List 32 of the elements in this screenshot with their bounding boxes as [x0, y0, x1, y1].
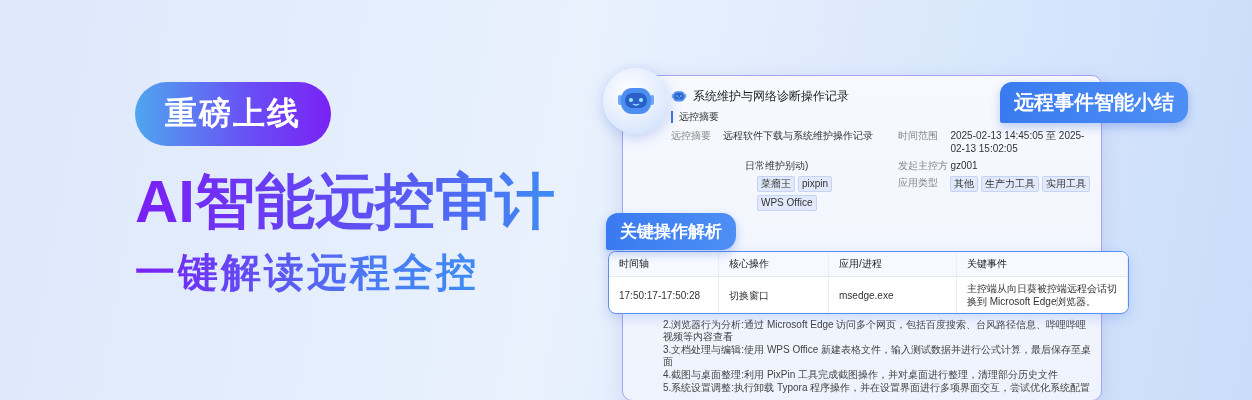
- step-text: 4.截图与桌面整理:利用 PixPin 工具完成截图操作，并对桌面进行整理，清理部分历史文件: [663, 369, 1060, 381]
- column-header: 时间轴: [609, 252, 719, 277]
- app-tag: WPS Office: [757, 195, 817, 211]
- app-tag: 其他: [950, 176, 979, 192]
- column-header: 关键事件: [957, 252, 1128, 277]
- step-text: 3.文档处理与编辑:使用 WPS Office 新建表格文件，输入测试数据并进行公式计算，最后保存至桌面: [663, 344, 1093, 368]
- field-value: 远程软件下载与系统维护操作记录: [723, 129, 874, 142]
- robot-icon: [671, 90, 687, 103]
- app-tag: 实用工具: [1042, 176, 1091, 192]
- field-label: 远控摘要: [671, 129, 712, 142]
- table-cell: 切换窗口: [719, 277, 829, 313]
- launch-badge: 重磅上线: [135, 82, 331, 146]
- table-cell: 主控端从向日葵被控端远程会话切换到 Microsoft Edge浏览器。: [957, 277, 1128, 313]
- field-label: 发起主控方: [898, 159, 950, 172]
- robot-icon: [616, 85, 656, 117]
- app-tag: 生产力工具: [981, 176, 1040, 192]
- table-cell: 17:50:17-17:50:28: [609, 277, 719, 313]
- step-text: 5.系统设置调整:执行卸载 Typora 程序操作，并在设置界面进行多项界面交互，尝试优化系统配置: [663, 382, 1092, 394]
- field-value: gz001: [950, 159, 979, 172]
- app-tag: 菜瘤王: [757, 176, 795, 192]
- analysis-ribbon: 关键操作解析: [606, 213, 736, 250]
- step-text: 2.浏览器行为分析:通过 Microsoft Edge 访问多个网页，包括百度搜索、台风路径信息、哔哩哔哩视频等内容查看: [663, 319, 1088, 343]
- card-title: 系统维护与网络诊断操作记录: [693, 88, 849, 105]
- field-label: 应用类型: [898, 176, 940, 189]
- field-value: 2025-02-13 14:45:05 至 2025-02-13 15:02:05: [950, 129, 1086, 155]
- summary-ribbon: 远程事件智能小结: [1000, 82, 1188, 123]
- column-header: 核心操作: [719, 252, 829, 277]
- table-cell: msedge.exe: [829, 277, 957, 313]
- field-value: 日常维护别动): [744, 159, 810, 172]
- field-label: 时间范围: [898, 129, 940, 142]
- column-header: 应用/进程: [829, 252, 957, 277]
- app-tag: pixpin: [798, 176, 833, 192]
